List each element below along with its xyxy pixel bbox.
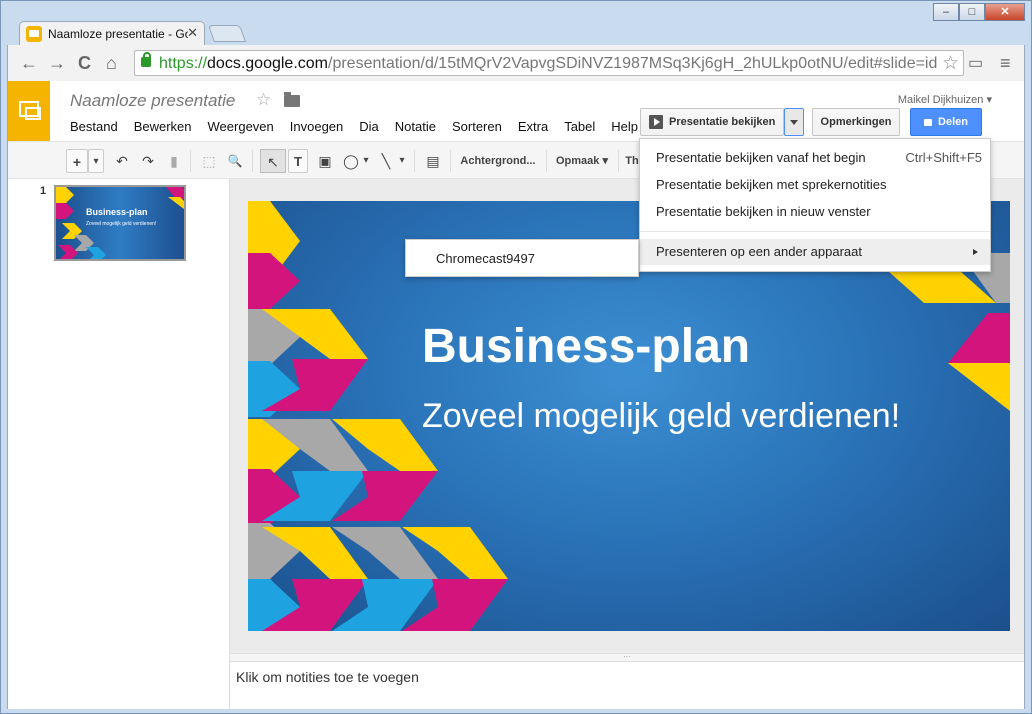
window-controls: – □ ✕ [933, 3, 1025, 21]
comment-icon[interactable]: ▤ [422, 149, 444, 173]
tab-close-icon[interactable]: ✕ [187, 25, 198, 41]
shape-dropdown-icon[interactable]: ▾ [360, 149, 372, 173]
comments-button[interactable]: Opmerkingen [812, 108, 900, 136]
home-icon[interactable]: ⌂ [106, 53, 117, 74]
chrome-menu-icon[interactable]: ≡ [1000, 53, 1011, 74]
menu-item-present-with-notes[interactable]: Presentatie bekijken met sprekernotities [640, 172, 990, 198]
arrow-shape-magenta [948, 313, 1010, 363]
star-icon[interactable]: ☆ [256, 90, 271, 110]
tab-title: Naamloze presentatie - Go [48, 27, 188, 41]
slide-title[interactable]: Business-plan [422, 319, 750, 374]
new-tab-button[interactable] [207, 25, 247, 42]
address-bar[interactable]: https://docs.google.com/presentation/d/1… [134, 50, 964, 76]
new-slide-dropdown[interactable]: ▾ [88, 149, 104, 173]
present-button-label: Presentatie bekijken [669, 116, 776, 128]
secure-lock-icon [141, 52, 151, 67]
format-dropdown[interactable]: Opmaak ▾ [552, 149, 612, 173]
menu-item-present-other-device[interactable]: Presenteren op een ander apparaat [640, 239, 990, 265]
redo-icon[interactable]: ↷ [138, 149, 158, 173]
url-text: https://docs.google.com/presentation/d/1… [159, 55, 938, 72]
shape-icon[interactable]: ◯ [340, 149, 362, 173]
zoom-icon[interactable]: 🔍 [224, 149, 246, 173]
forward-icon[interactable]: → [48, 53, 66, 74]
slides-logo[interactable] [8, 81, 50, 141]
menu-weergeven[interactable]: Weergeven [208, 119, 274, 134]
menu-item-label: Presentatie bekijken met sprekernotities [656, 177, 887, 192]
slide-subtitle[interactable]: Zoveel mogelijk geld verdienen! [422, 397, 900, 436]
cast-icon[interactable]: ▭ [968, 53, 983, 73]
user-name[interactable]: Maikel Dijkhuizen ▾ [898, 93, 992, 106]
maximize-button[interactable]: □ [959, 3, 985, 21]
browser-tab[interactable]: Naamloze presentatie - Go ✕ [19, 21, 205, 45]
slides-favicon-icon [26, 26, 42, 42]
close-window-button[interactable]: ✕ [985, 3, 1025, 21]
browser-toolbar: ← → C ⌂ https://docs.google.com/presenta… [7, 45, 1025, 81]
bookmark-star-icon[interactable]: ☆ [942, 52, 959, 75]
menu-bestand[interactable]: Bestand [70, 119, 118, 134]
menu-tabel[interactable]: Tabel [564, 119, 595, 134]
menu-separator [640, 231, 990, 232]
slide-thumbnail[interactable]: Business-plan Zoveel mogelijk geld verdi… [54, 185, 186, 261]
menu-dia[interactable]: Dia [359, 119, 379, 134]
new-slide-button[interactable]: + [66, 149, 88, 173]
play-icon [649, 115, 663, 129]
folder-icon[interactable] [284, 92, 300, 107]
menu-item-chromecast[interactable]: Chromecast9497 [406, 246, 638, 272]
speaker-notes[interactable]: Klik om notities toe te voegen [230, 661, 1024, 709]
menu-sorteren[interactable]: Sorteren [452, 119, 502, 134]
slide-filmstrip: 1 Business-plan Zoveel mogelijk geld ver… [8, 179, 230, 709]
minimize-button[interactable]: – [933, 3, 959, 21]
reload-icon[interactable]: C [78, 53, 91, 74]
tab-strip: Naamloze presentatie - Go ✕ – □ ✕ [1, 1, 1031, 45]
thumbnail-subtitle: Zoveel mogelijk geld verdienen! [86, 221, 157, 227]
share-button[interactable]: Delen [910, 108, 982, 136]
select-frame-icon[interactable]: ⬚ [198, 149, 220, 173]
menu-extra[interactable]: Extra [518, 119, 548, 134]
thumbnail-background: Business-plan Zoveel mogelijk geld verdi… [56, 187, 184, 259]
back-icon[interactable]: ← [20, 53, 38, 74]
device-submenu: Chromecast9497 [405, 239, 639, 277]
toolbar-divider [450, 150, 451, 172]
undo-icon[interactable]: ↶ [112, 149, 132, 173]
select-cursor-icon[interactable]: ↖ [260, 149, 286, 173]
toolbar-divider [546, 150, 547, 172]
submenu-arrow-icon [973, 249, 978, 255]
arrow-shape-magenta [248, 253, 300, 309]
toolbar-divider [618, 150, 619, 172]
thumbnail-title: Business-plan [86, 207, 148, 217]
menu-item-label: Presentatie bekijken vanaf het begin [656, 150, 866, 165]
slides-logo-icon [19, 101, 41, 120]
background-button[interactable]: Achtergrond... [456, 149, 540, 173]
textbox-icon[interactable]: T [288, 149, 308, 173]
notes-resize-handle[interactable]: ··· [230, 653, 1024, 661]
menu-item-present-from-start[interactable]: Presentatie bekijken vanaf het begin Ctr… [640, 145, 990, 171]
slide-number: 1 [40, 185, 47, 197]
lock-icon [924, 119, 933, 126]
shortcut-hint: Ctrl+Shift+F5 [905, 150, 982, 165]
menu-notatie[interactable]: Notatie [395, 119, 436, 134]
image-icon[interactable]: ▣ [314, 149, 336, 173]
menu-bewerken[interactable]: Bewerken [134, 119, 192, 134]
present-dropdown-button[interactable] [784, 108, 804, 136]
toolbar-divider [252, 150, 253, 172]
present-button[interactable]: Presentatie bekijken [640, 108, 784, 136]
menu-item-label: Presentatie bekijken in nieuw venster [656, 204, 871, 219]
menu-invoegen[interactable]: Invoegen [290, 119, 344, 134]
menu-item-label: Presenteren op een ander apparaat [656, 244, 862, 259]
menu-help[interactable]: Help [611, 119, 638, 134]
share-button-label: Delen [938, 116, 968, 128]
toolbar-divider [414, 150, 415, 172]
arrow-shape-yellow [948, 363, 1010, 411]
browser-window: Naamloze presentatie - Go ✕ – □ ✕ ← → C … [0, 0, 1032, 714]
line-icon[interactable]: ╲ [376, 149, 396, 173]
notes-placeholder: Klik om notities toe te voegen [236, 669, 419, 685]
paint-format-icon[interactable]: ▮ [164, 149, 184, 173]
menu-item-present-new-window[interactable]: Presentatie bekijken in nieuw venster [640, 199, 990, 225]
menu-bar: Bestand Bewerken Weergeven Invoegen Dia … [70, 119, 654, 134]
toolbar-divider [190, 150, 191, 172]
present-dropdown-menu: Presentatie bekijken vanaf het begin Ctr… [639, 138, 991, 272]
document-title[interactable]: Naamloze presentatie [70, 91, 235, 111]
line-dropdown-icon[interactable]: ▾ [396, 149, 408, 173]
